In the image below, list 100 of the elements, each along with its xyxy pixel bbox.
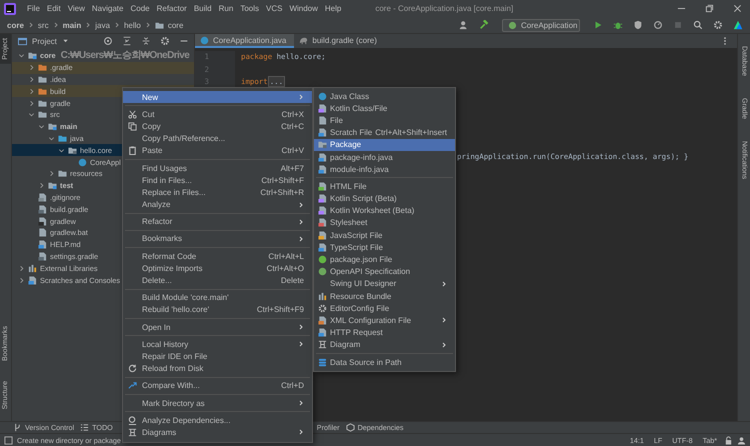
lock-icon[interactable] — [724, 436, 733, 444]
shield-icon[interactable] — [633, 20, 643, 30]
chevron-icon[interactable] — [28, 76, 35, 83]
bug-icon[interactable] — [613, 20, 623, 30]
close-icon[interactable] — [733, 4, 742, 13]
menu-item[interactable]: Cut Ctrl+X — [123, 108, 312, 120]
menu-bar-item[interactable]: Run — [218, 4, 234, 13]
restore-icon[interactable] — [705, 4, 714, 13]
expand-all-icon[interactable] — [122, 36, 132, 46]
menu-bar-item[interactable]: Code — [130, 4, 150, 13]
menu-item[interactable]: Replace in Files... Ctrl+Shift+R — [123, 186, 312, 198]
menu-bar-item[interactable]: File — [27, 4, 40, 13]
collapse-all-icon[interactable] — [141, 36, 151, 46]
menu-item[interactable]: Stylesheet — [314, 216, 455, 230]
menu-item[interactable]: Refactor — [123, 216, 312, 228]
menu-item[interactable]: Local History — [123, 338, 312, 350]
menu-bar-item[interactable]: Navigate — [92, 4, 124, 13]
menu-item[interactable]: Copy Ctrl+C — [123, 120, 312, 133]
menu-item[interactable]: Scratch File Ctrl+Alt+Shift+Insert — [314, 126, 455, 139]
view-dropdown[interactable]: Project — [30, 36, 70, 46]
run-configuration-dropdown[interactable]: CoreApplication — [502, 18, 580, 32]
menu-bar-item[interactable]: Build — [194, 4, 212, 13]
menu-item[interactable]: Kotlin Class/File — [314, 102, 455, 114]
menu-item[interactable]: Analyze Dependencies... — [123, 414, 312, 426]
chevron-icon[interactable] — [18, 276, 25, 284]
chevron-icon[interactable] — [28, 64, 35, 72]
settings-icon[interactable] — [713, 20, 723, 30]
chevron-icon[interactable] — [18, 264, 25, 272]
hammer-icon[interactable] — [479, 20, 489, 30]
menu-item[interactable]: New — [123, 91, 312, 104]
menu-item[interactable]: Data Source in Path — [314, 356, 455, 368]
chevron-icon[interactable] — [48, 134, 55, 142]
chevron-icon[interactable] — [38, 123, 45, 130]
menu-item[interactable]: Kotlin Worksheet (Beta) — [314, 204, 455, 217]
editor-tab[interactable]: build.gradle (core) — [294, 34, 385, 48]
menu-item[interactable]: Copy Path/Reference... — [123, 132, 312, 145]
shortcut-label: Ctrl+C — [281, 122, 304, 131]
play-icon[interactable] — [593, 20, 603, 30]
menu-item[interactable]: package.json File — [314, 253, 455, 266]
settings-icon[interactable] — [160, 36, 170, 46]
menu-item[interactable]: OpenAPI Specification — [314, 266, 455, 278]
chevron-icon[interactable] — [28, 100, 35, 107]
chevron-icon[interactable] — [48, 170, 55, 178]
menu-item[interactable]: Kotlin Script (Beta) — [314, 192, 455, 205]
menu-item[interactable]: Package — [314, 138, 455, 151]
menu-item[interactable]: Java Class — [314, 90, 455, 102]
search-icon[interactable] — [693, 20, 703, 30]
menu-bar-item[interactable]: Edit — [46, 4, 61, 13]
target-icon[interactable] — [103, 36, 113, 46]
chevron-icon[interactable] — [58, 146, 65, 154]
menu-item[interactable]: JavaScript File — [314, 229, 455, 242]
profiler-icon[interactable] — [653, 20, 663, 30]
menu-item[interactable]: Find in Files... Ctrl+Shift+F — [123, 174, 312, 186]
menu-item[interactable]: EditorConfig File — [314, 302, 455, 314]
breadcrumb[interactable]: hello — [124, 20, 141, 30]
menu-bar-item[interactable]: View — [68, 4, 85, 13]
menu-item[interactable]: HTTP Request — [314, 326, 455, 339]
menu-item[interactable]: Compare With... Ctrl+D — [123, 380, 312, 392]
chevron-icon[interactable] — [18, 52, 25, 60]
menu-item[interactable]: File — [314, 114, 455, 127]
menu-item[interactable]: Swing UI Designer — [314, 278, 455, 290]
breadcrumb[interactable]: core — [168, 20, 184, 30]
square-icon[interactable] — [4, 436, 13, 444]
breadcrumb[interactable]: java — [95, 20, 110, 30]
menu-item[interactable]: Bookmarks — [123, 232, 312, 246]
chevron-icon[interactable] — [28, 88, 35, 95]
menu-item[interactable]: TypeScript File — [314, 241, 455, 254]
menu-item[interactable]: Find Usages Alt+F7 — [123, 162, 312, 174]
menu-item[interactable]: Optimize Imports Ctrl+Alt+O — [123, 262, 312, 274]
menu-item[interactable]: Diagrams — [123, 426, 312, 438]
editor-tab[interactable]: CoreApplication.java — [195, 34, 294, 48]
breadcrumb[interactable]: src — [38, 20, 49, 30]
menu-bar-item[interactable]: Tools — [240, 4, 259, 13]
menu-item[interactable]: Delete... Delete — [123, 274, 312, 287]
menu-item[interactable]: Mark Directory as — [123, 396, 312, 410]
user-icon[interactable] — [459, 20, 469, 30]
menu-item[interactable]: Reformat Code Ctrl+Alt+L — [123, 250, 312, 262]
menu-item[interactable]: Build Module 'core.main' — [123, 292, 312, 304]
menu-item[interactable]: HTML File — [314, 180, 455, 192]
menu-item[interactable]: Resource Bundle — [314, 290, 455, 302]
logo-icon[interactable] — [4, 2, 16, 14]
menu-item[interactable]: package-info.java — [314, 150, 455, 164]
breadcrumb[interactable]: core — [7, 20, 24, 30]
menu-item[interactable]: Open In — [123, 321, 312, 334]
menu-item[interactable]: Repair IDE on File — [123, 350, 312, 363]
chevron-icon[interactable] — [28, 111, 35, 118]
menu-item[interactable]: Analyze — [123, 198, 312, 211]
menu-item[interactable]: XML Configuration File — [314, 314, 455, 327]
menu-bar-item[interactable]: Refactor — [156, 4, 187, 13]
menu-bar-item[interactable]: VCS — [266, 4, 282, 13]
chevron-icon[interactable] — [38, 182, 45, 190]
menu-item[interactable]: Rebuild 'hello.core' Ctrl+Shift+F9 — [123, 304, 312, 316]
menu-bar-item[interactable]: Help — [324, 4, 342, 13]
menu-item[interactable]: Reload from Disk — [123, 362, 312, 375]
user-icon[interactable] — [737, 436, 746, 444]
menu-item[interactable]: module-info.java — [314, 163, 455, 176]
menu-item[interactable]: Paste Ctrl+V — [123, 144, 312, 157]
menu-item[interactable]: Diagram — [314, 338, 455, 351]
menu-bar-item[interactable]: Window — [289, 4, 318, 13]
breadcrumb[interactable]: main — [62, 20, 82, 30]
